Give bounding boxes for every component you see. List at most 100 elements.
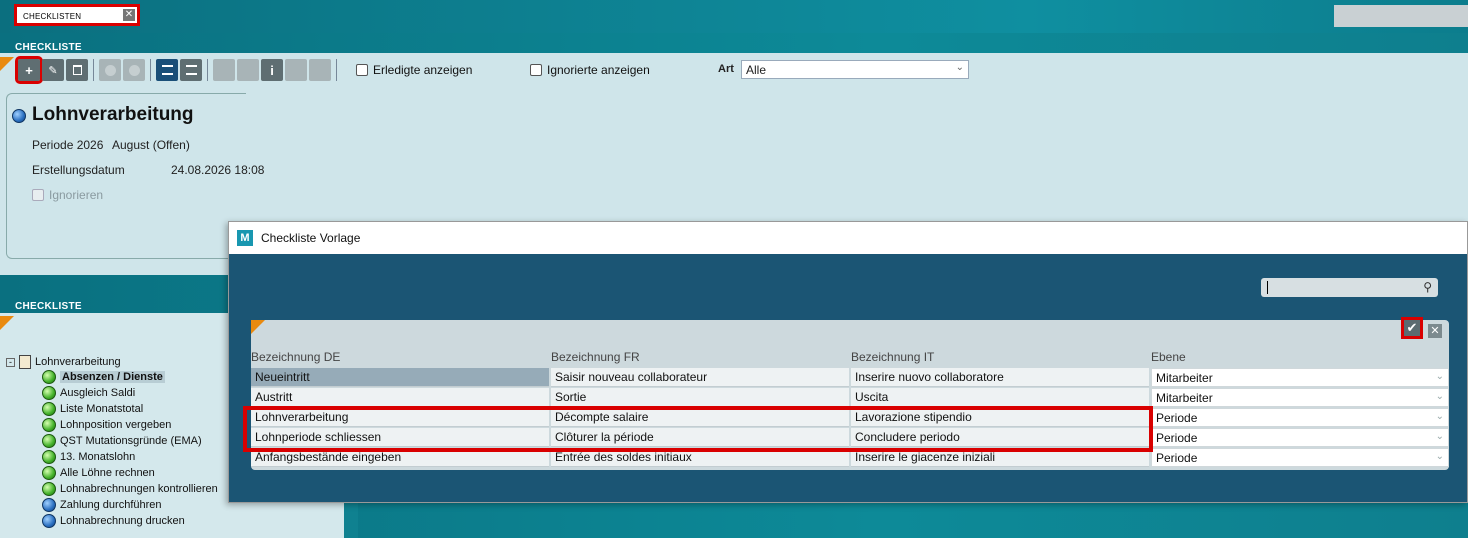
tree-item[interactable]: QST Mutationsgründe (EMA) (42, 434, 202, 448)
dialog-title: Checkliste Vorlage (261, 231, 361, 245)
tree-item-label: QST Mutationsgründe (EMA) (60, 435, 202, 447)
cell-de-text: Austritt (255, 390, 293, 404)
status-blue-icon (42, 498, 56, 512)
close-icon[interactable]: ✕ (1428, 324, 1442, 338)
art-label: Art (718, 63, 734, 75)
cell-fr-text: Sortie (555, 390, 587, 404)
cell-ebene[interactable]: Periode ⌄ (1151, 448, 1449, 467)
art-select[interactable]: Alle ⌄ (741, 60, 969, 79)
col-header-it[interactable]: Bezeichnung IT (851, 350, 934, 364)
list-icon (185, 65, 197, 75)
top-bar (0, 0, 1468, 33)
status-green-icon (42, 370, 56, 384)
disabled-button-3[interactable] (213, 59, 235, 81)
search-icon[interactable]: ⚲ (1423, 280, 1432, 294)
align-left-icon (161, 65, 173, 75)
edit-button[interactable]: ✎ (42, 59, 64, 81)
tree-item[interactable]: Alle Löhne rechnen (42, 466, 155, 480)
cell-de: Neueintritt (251, 368, 549, 387)
disabled-button-4[interactable] (237, 59, 259, 81)
app-logo-icon: M (237, 230, 253, 246)
status-blue-icon (42, 514, 56, 528)
cell-ebene-text: Periode (1156, 431, 1198, 445)
disabled-button-5[interactable] (285, 59, 307, 81)
chevron-down-icon: ⌄ (1435, 391, 1444, 402)
tab-close-icon[interactable]: ✕ (123, 9, 135, 21)
cell-ebene[interactable]: Mitarbeiter ⌄ (1151, 388, 1449, 407)
status-green-icon (42, 386, 56, 400)
checkbox-box[interactable] (356, 64, 368, 76)
info-icon: i (270, 62, 274, 78)
tree-item[interactable]: Ausgleich Saldi (42, 386, 135, 400)
periode-label: Periode 2026 (32, 138, 104, 152)
highlight-box (243, 406, 1153, 452)
status-blue-icon (12, 109, 26, 123)
dialog-titlebar: M Checkliste Vorlage (229, 222, 1467, 254)
status-green-icon (42, 466, 56, 480)
disabled-button-2[interactable] (123, 59, 145, 81)
tree-root[interactable]: - Lohnverarbeitung (6, 355, 121, 369)
tree-item-label: Alle Löhne rechnen (60, 467, 155, 479)
show-ignored-checkbox[interactable]: Ignorierte anzeigen (530, 63, 650, 77)
trash-icon (72, 65, 82, 75)
dialog-search-input[interactable]: ⚲ (1261, 278, 1438, 297)
cell-ebene[interactable]: Mitarbeiter ⌄ (1151, 368, 1449, 387)
toolbar-separator (336, 59, 337, 81)
tree-item[interactable]: Lohnabrechnungen kontrollieren (42, 482, 218, 496)
cell-it-text: Inserire nuovo collaboratore (855, 370, 1004, 384)
toolbar-separator (207, 59, 208, 81)
col-header-de[interactable]: Bezeichnung DE (251, 350, 340, 364)
ignore-label: Ignorieren (49, 188, 104, 202)
table-row[interactable]: Austritt Sortie Uscita Mitarbeiter ⌄ (251, 388, 1449, 408)
section-label-bottom: CHECKLISTE (15, 301, 82, 312)
pencil-icon: ✎ (48, 64, 58, 77)
tree-item[interactable]: Liste Monatstotal (42, 402, 143, 416)
confirm-button[interactable]: ✔ (1401, 317, 1423, 339)
add-button[interactable]: + (15, 56, 43, 84)
show-done-checkbox[interactable]: Erledigte anzeigen (356, 63, 472, 77)
col-header-fr[interactable]: Bezeichnung FR (551, 350, 640, 364)
cell-it-text: Uscita (855, 390, 889, 404)
panel-corner-icon (251, 320, 265, 334)
tree-item[interactable]: Absenzen / Dienste (42, 370, 165, 384)
date-label: Erstellungsdatum (32, 163, 125, 177)
cell-ebene[interactable]: Periode ⌄ (1151, 408, 1449, 427)
cell-ebene-text: Mitarbeiter (1156, 371, 1213, 385)
cell-ebene[interactable]: Periode ⌄ (1151, 428, 1449, 447)
checkliste-vorlage-dialog: M Checkliste Vorlage ⚲ ✔ ✕ Bezeichnung D… (228, 221, 1468, 503)
tree-item-label: Zahlung durchführen (60, 499, 162, 511)
tree-item-label: Ausgleich Saldi (60, 387, 136, 399)
chevron-down-icon: ⌄ (1435, 411, 1444, 422)
collapse-icon[interactable]: - (6, 357, 15, 367)
list-view-button[interactable] (180, 59, 202, 81)
tree-item[interactable]: Zahlung durchführen (42, 498, 162, 512)
delete-button[interactable] (66, 59, 88, 81)
chevron-down-icon: ⌄ (1435, 451, 1444, 462)
checklist-icon (19, 355, 31, 369)
table-row[interactable]: Neueintritt Saisir nouveau collaborateur I… (251, 368, 1449, 388)
tree-item[interactable]: Lohnposition vergeben (42, 418, 171, 432)
checkbox-box[interactable] (530, 64, 542, 76)
show-ignored-label: Ignorierte anzeigen (547, 63, 650, 77)
global-search-input[interactable] (1334, 5, 1468, 27)
tree-item[interactable]: 13. Monatslohn (42, 450, 135, 464)
disabled-button-6[interactable] (309, 59, 331, 81)
status-green-icon (42, 450, 56, 464)
tree-item[interactable]: Lohnabrechnung drucken (42, 514, 185, 528)
status-green-icon (42, 434, 56, 448)
check-icon: ✔ (1406, 320, 1418, 335)
panel-corner-icon (0, 57, 14, 71)
text-caret (1267, 281, 1268, 294)
detail-view-button[interactable] (156, 59, 178, 81)
chevron-down-icon: ⌄ (1435, 431, 1444, 442)
plus-icon: + (25, 62, 33, 78)
cell-de-text: Neueintritt (255, 370, 310, 384)
checkbox-box[interactable] (32, 189, 44, 201)
col-header-ebene[interactable]: Ebene (1151, 350, 1186, 364)
disabled-button-1[interactable] (99, 59, 121, 81)
ignore-checkbox[interactable]: Ignorieren (32, 188, 103, 202)
tree-root-label: Lohnverarbeitung (35, 356, 121, 368)
toolbar-separator (93, 59, 94, 81)
info-button[interactable]: i (261, 59, 283, 81)
tab-checklisten[interactable]: CHECKLISTEN ✕ (14, 4, 140, 26)
